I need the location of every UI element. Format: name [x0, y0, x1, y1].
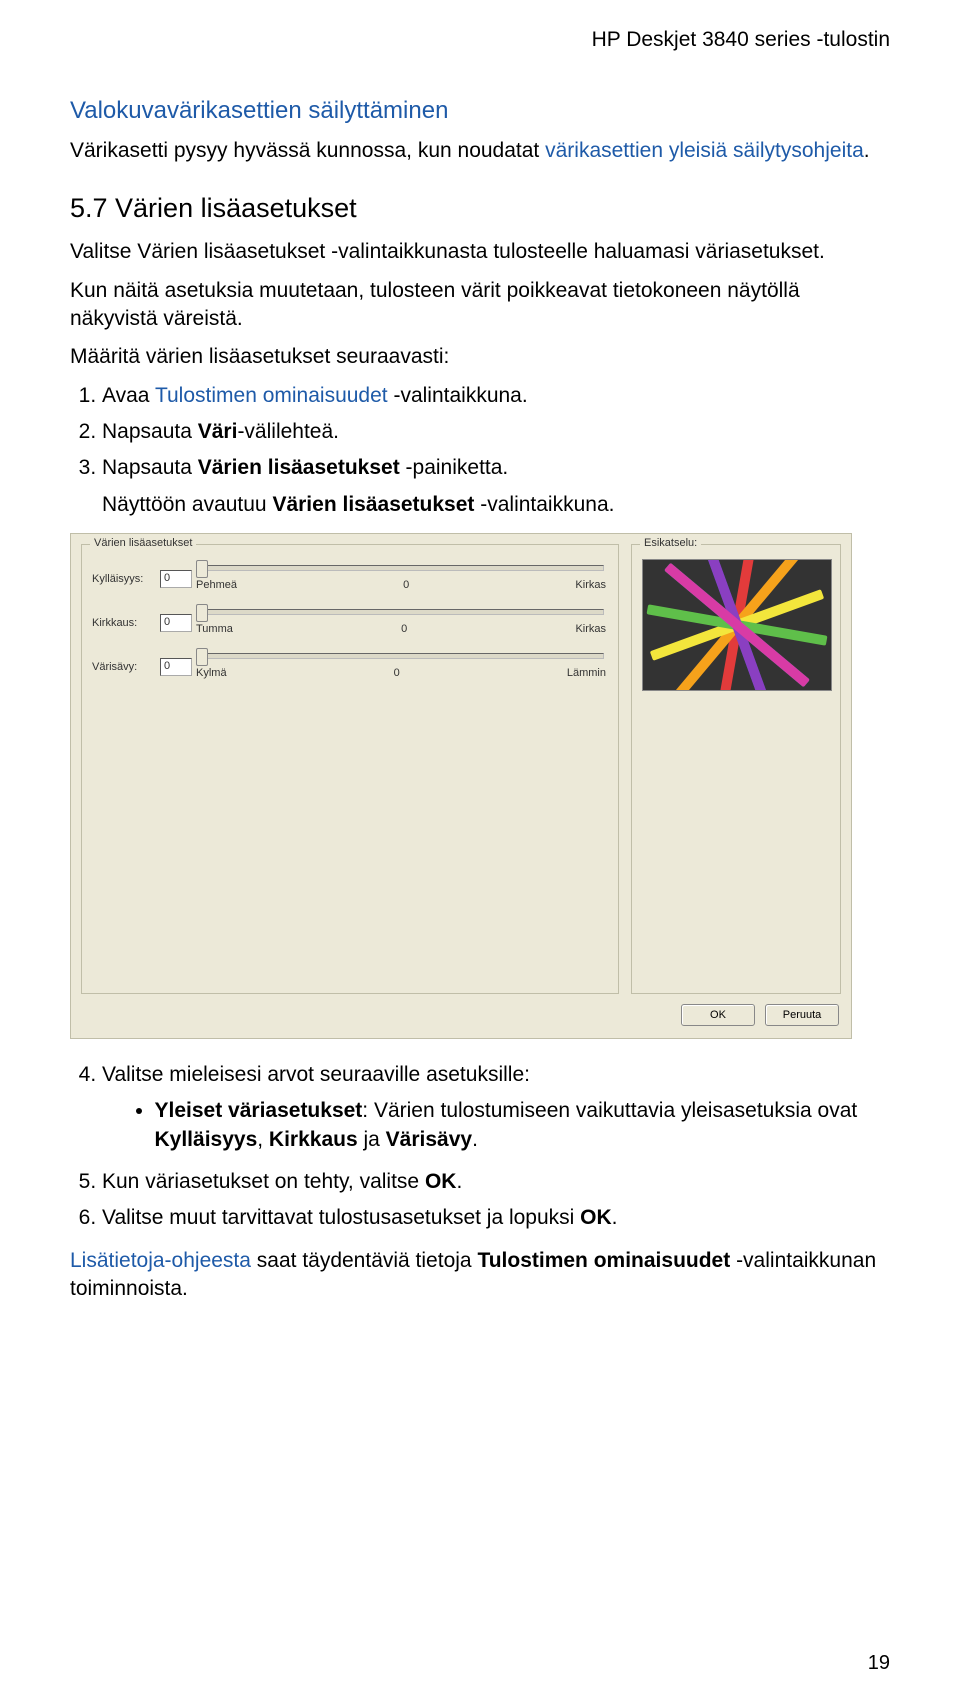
- color-settings-dialog: Värien lisäasetukset Kylläisyys: 0 Pehme…: [70, 533, 852, 1039]
- intro-1: Valitse Värien lisäasetukset -valintaikk…: [70, 238, 890, 266]
- page-header: HP Deskjet 3840 series -tulostin: [70, 28, 890, 52]
- heading-photo-cartridge: Valokuvavärikasettien säilyttäminen: [70, 97, 890, 125]
- label-saturation: Kylläisyys:: [92, 573, 154, 585]
- slider-row-tone: Värisävy: 0 Kylmä 0 Lämmin: [92, 647, 608, 687]
- step-4-bullets: Yleiset väriasetukset: Värien tulostumis…: [102, 1097, 890, 1154]
- footer-link-paragraph: Lisätietoja-ohjeesta saat täydentäviä ti…: [70, 1247, 890, 1304]
- heading-color-advanced: 5.7 Värien lisäasetukset: [70, 193, 890, 224]
- sliders-legend: Värien lisäasetukset: [90, 537, 196, 549]
- slider-row-brightness: Kirkkaus: 0 Tumma 0 Kirkas: [92, 603, 608, 643]
- intro-3: Määritä värien lisäasetukset seuraavasti…: [70, 343, 890, 371]
- cancel-button[interactable]: Peruuta: [765, 1004, 839, 1026]
- page-number: 19: [868, 1652, 890, 1675]
- slider-brightness[interactable]: Tumma 0 Kirkas: [194, 603, 608, 643]
- link-storage-guidelines[interactable]: värikasettien yleisiä säilytysohjeita: [545, 139, 864, 162]
- value-tone[interactable]: 0: [160, 658, 192, 676]
- intro-2: Kun näitä asetuksia muutetaan, tulosteen…: [70, 277, 890, 334]
- steps-list-bottom: Valitse mieleisesi arvot seuraaville ase…: [70, 1061, 890, 1233]
- ok-button[interactable]: OK: [681, 1004, 755, 1026]
- step-4: Valitse mieleisesi arvot seuraaville ase…: [102, 1061, 890, 1154]
- header-title: HP Deskjet 3840 series -tulostin: [592, 28, 890, 51]
- preview-group: Esikatselu:: [631, 544, 841, 994]
- step-3: Napsauta Värien lisäasetukset -painikett…: [102, 454, 890, 519]
- value-brightness[interactable]: 0: [160, 614, 192, 632]
- step-5: Kun väriasetukset on tehty, valitse OK.: [102, 1168, 890, 1196]
- link-printer-properties[interactable]: Tulostimen ominaisuudet: [155, 384, 388, 407]
- step-6: Valitse muut tarvittavat tulostusasetuks…: [102, 1204, 890, 1232]
- link-more-info[interactable]: Lisätietoja-ohjeesta: [70, 1249, 251, 1272]
- preview-image: [642, 559, 832, 691]
- bullet-general-color: Yleiset väriasetukset: Värien tulostumis…: [155, 1097, 891, 1154]
- slider-saturation[interactable]: Pehmeä 0 Kirkas: [194, 559, 608, 599]
- sliders-group: Värien lisäasetukset Kylläisyys: 0 Pehme…: [81, 544, 619, 994]
- step-1: Avaa Tulostimen ominaisuudet -valintaikk…: [102, 382, 890, 410]
- step-3b: Näyttöön avautuu Värien lisäasetukset -v…: [102, 491, 890, 519]
- slider-tone[interactable]: Kylmä 0 Lämmin: [194, 647, 608, 687]
- preview-legend: Esikatselu:: [640, 537, 701, 549]
- label-tone: Värisävy:: [92, 661, 154, 673]
- slider-row-saturation: Kylläisyys: 0 Pehmeä 0 Kirkas: [92, 559, 608, 599]
- value-saturation[interactable]: 0: [160, 570, 192, 588]
- photo-cartridge-body: Värikasetti pysyy hyvässä kunnossa, kun …: [70, 137, 890, 165]
- label-brightness: Kirkkaus:: [92, 617, 154, 629]
- step-2: Napsauta Väri-välilehteä.: [102, 418, 890, 446]
- steps-list-top: Avaa Tulostimen ominaisuudet -valintaikk…: [70, 382, 890, 519]
